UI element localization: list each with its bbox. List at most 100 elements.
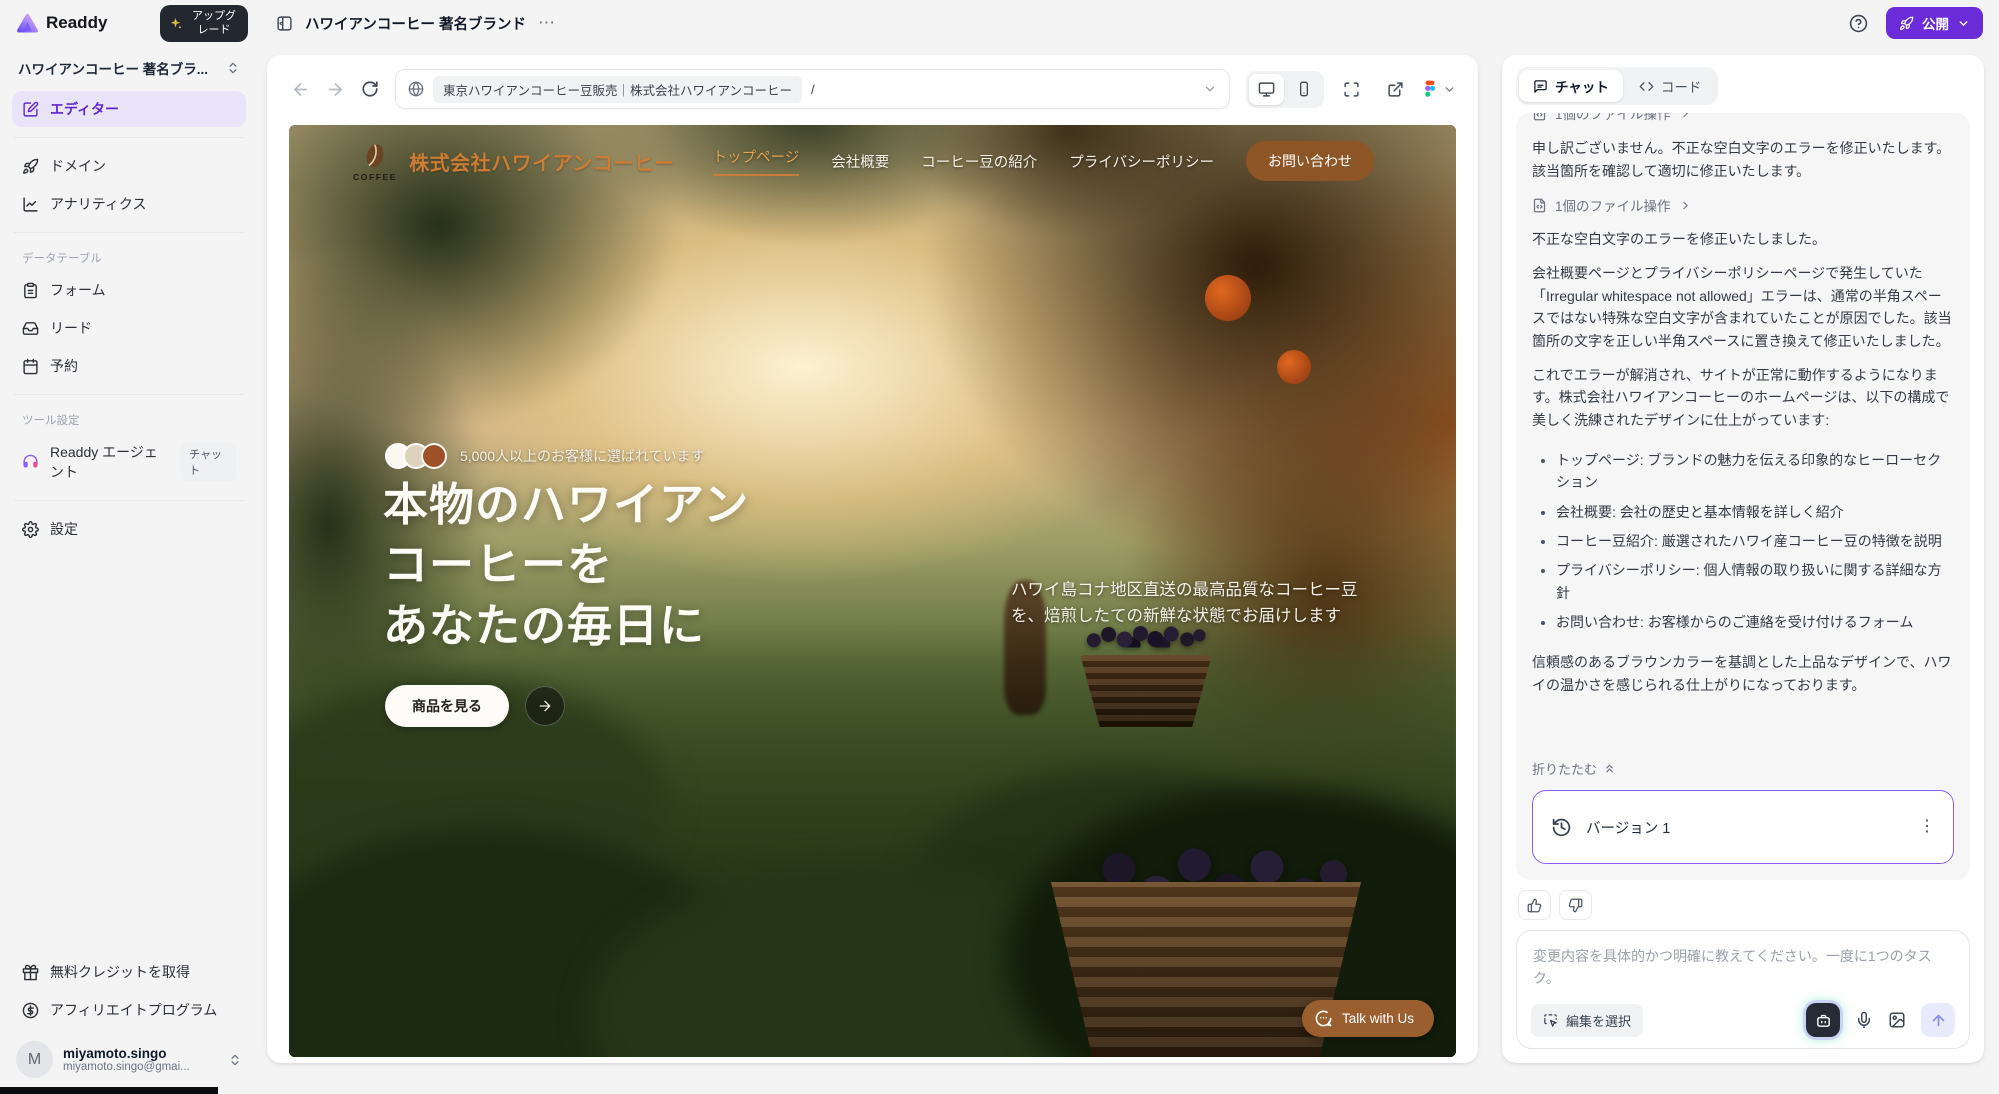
chevron-down-icon[interactable] [1203, 82, 1217, 96]
sidebar-item-bookings[interactable]: 予約 [12, 348, 246, 384]
mic-icon [1855, 1011, 1873, 1029]
sidebar-item-agent[interactable]: Readdy エージェント チャット [12, 434, 246, 490]
hero-headline: 本物のハワイアン コーヒーを あなたの毎日に [383, 475, 749, 656]
external-link-icon[interactable] [1378, 72, 1412, 106]
gift-icon [22, 964, 39, 981]
sidebar-item-editor[interactable]: エディター [12, 91, 246, 127]
send-button[interactable] [1921, 1003, 1955, 1037]
customer-avatars [385, 443, 447, 469]
site-nav-top[interactable]: トップページ [713, 146, 800, 176]
clipboard-icon [22, 282, 39, 299]
file-code-icon [1532, 113, 1547, 121]
feedback-buttons [1518, 890, 1968, 920]
headline-line: 本物のハワイアン [383, 475, 749, 535]
arrow-right-icon[interactable] [525, 686, 565, 726]
url-bar[interactable]: 東京ハワイアンコーヒー豆販売｜株式会社ハワイアンコーヒー / [395, 69, 1230, 109]
headline-line: コーヒーを [383, 535, 749, 595]
sidebar: ハワイアンコーヒー 著名ブラ... エディター ドメイン アナリティクス データ [0, 46, 258, 1094]
brand[interactable]: Readdy [16, 12, 107, 35]
message-paragraph: これでエラーが解消され、サイトが正常に動作するようになります。株式会社ハワイアン… [1532, 364, 1954, 432]
select-edit-label: 編集を選択 [1566, 1011, 1631, 1030]
chevron-down-icon [1957, 17, 1970, 30]
dollar-circle-icon [22, 1002, 39, 1019]
image-upload-button[interactable] [1888, 1011, 1906, 1029]
select-edit-button[interactable]: 編集を選択 [1531, 1004, 1643, 1037]
file-op-label: 1個のファイル操作 [1555, 113, 1671, 123]
figma-icon [1422, 80, 1438, 98]
site-logo[interactable]: COFFEE [353, 141, 397, 182]
maximize-icon[interactable] [1334, 72, 1368, 106]
sidebar-item-affiliate[interactable]: アフィリエイトプログラム [12, 992, 246, 1028]
message-paragraph: 不正な空白文字のエラーを修正いたしました。 [1532, 228, 1954, 251]
upgrade-label: アップグレード [188, 9, 240, 38]
file-code-icon [1532, 198, 1547, 213]
sidebar-item-settings[interactable]: 設定 [12, 511, 246, 547]
reload-icon[interactable] [361, 80, 379, 98]
social-proof-text: 5,000人以上のお客様に選ばれています [460, 446, 705, 466]
thumbs-down-button[interactable] [1559, 890, 1592, 920]
site-nav-privacy[interactable]: プライバシーポリシー [1069, 151, 1214, 172]
bullet-item: 会社概要: 会社の歴史と基本情報を詳しく紹介 [1556, 501, 1954, 523]
version-label: バージョン 1 [1586, 817, 1670, 838]
help-icon[interactable] [1849, 14, 1868, 33]
agent-mode-button[interactable] [1806, 1003, 1840, 1037]
sidebar-item-analytics[interactable]: アナリティクス [12, 186, 246, 222]
sidebar-item-label: エディター [50, 99, 119, 119]
sidebar-item-forms[interactable]: フォーム [12, 272, 246, 308]
dock-edge [0, 1087, 218, 1094]
version-card[interactable]: バージョン 1 ⋮ [1532, 790, 1954, 864]
message-paragraph: 信頼感のあるブラウンカラーを基調とした上品なデザインで、ハワイの温かさを感じられ… [1532, 651, 1954, 696]
calendar-icon [22, 358, 39, 375]
site-contact-button[interactable]: お問い合わせ [1246, 141, 1374, 181]
divider [14, 500, 244, 501]
sidebar-item-label: 設定 [50, 519, 78, 539]
site-company-name[interactable]: 株式会社ハワイアンコーヒー [409, 147, 675, 176]
user-menu[interactable]: M miyamoto.singo miyamoto.singo@gmai... [12, 1029, 246, 1078]
tab-chat[interactable]: チャット [1519, 70, 1623, 102]
chat-input-controls: 編集を選択 [1531, 1003, 1955, 1037]
back-icon[interactable] [291, 80, 310, 99]
mobile-view-button[interactable] [1286, 74, 1321, 105]
chat-message-area[interactable]: 1個のファイル操作 申し訳ございません。不正な空白文字のエラーを修正いたします。… [1516, 113, 1970, 880]
view-products-button[interactable]: 商品を見る [385, 685, 509, 727]
project-name: ハワイアンコーヒー 著名ブラ... [18, 58, 208, 78]
sidebar-item-free-credits[interactable]: 無料クレジットを取得 [12, 954, 246, 990]
tab-code[interactable]: コード [1625, 70, 1716, 102]
chevron-down-icon [1443, 83, 1456, 96]
image-icon [1888, 1011, 1906, 1029]
chat-input[interactable] [1531, 944, 1955, 990]
site-nav-beans[interactable]: コーヒー豆の紹介 [921, 151, 1037, 172]
sidebar-item-domain[interactable]: ドメイン [12, 148, 246, 184]
mic-button[interactable] [1855, 1011, 1873, 1029]
website-preview: COFFEE 株式会社ハワイアンコーヒー トップページ 会社概要 コーヒー豆の紹… [289, 125, 1456, 1057]
figma-export-button[interactable] [1422, 80, 1456, 98]
project-selector[interactable]: ハワイアンコーヒー 著名ブラ... [12, 54, 246, 90]
file-op-row[interactable]: 1個のファイル操作 [1532, 195, 1954, 215]
bullet-item: お問い合わせ: お客様からのご連絡を受け付けるフォーム [1556, 611, 1954, 633]
chat-support-icon [1314, 1009, 1333, 1028]
user-name: miyamoto.singo [63, 1046, 218, 1061]
code-icon [1639, 79, 1654, 94]
hero-cta: 商品を見る [385, 685, 565, 727]
desktop-view-button[interactable] [1249, 74, 1284, 105]
page-title-chip: 東京ハワイアンコーヒー豆販売｜株式会社ハワイアンコーヒー [433, 76, 802, 103]
chart-icon [22, 196, 39, 213]
publish-button[interactable]: 公開 [1886, 7, 1983, 39]
url-path: / [811, 82, 815, 97]
sidebar-item-leads[interactable]: リード [12, 310, 246, 346]
forward-icon[interactable] [326, 80, 345, 99]
panel-collapse-icon[interactable] [276, 15, 293, 32]
topbar: Readdy アップグレード ハワイアンコーヒー 著名ブランド ⋯ [0, 0, 1999, 46]
headset-icon [22, 454, 39, 471]
thumbs-up-button[interactable] [1518, 890, 1551, 920]
upgrade-button[interactable]: アップグレード [160, 5, 248, 42]
site-nav-about[interactable]: 会社概要 [831, 151, 889, 172]
readdy-app: Readdy アップグレード ハワイアンコーヒー 著名ブランド ⋯ [0, 0, 1999, 1094]
talk-with-us-button[interactable]: Talk with Us [1302, 1000, 1434, 1037]
collapse-message-button[interactable]: 折りたたむ [1532, 759, 1954, 778]
talk-with-us-label: Talk with Us [1342, 1011, 1414, 1026]
kebab-icon[interactable]: ⋮ [1919, 819, 1935, 835]
ellipsis-icon[interactable]: ⋯ [538, 13, 557, 33]
message-paragraph: 申し訳ございません。不正な空白文字のエラーを修正いたします。該当箇所を確認して適… [1532, 137, 1954, 182]
device-toggle [1246, 71, 1324, 108]
